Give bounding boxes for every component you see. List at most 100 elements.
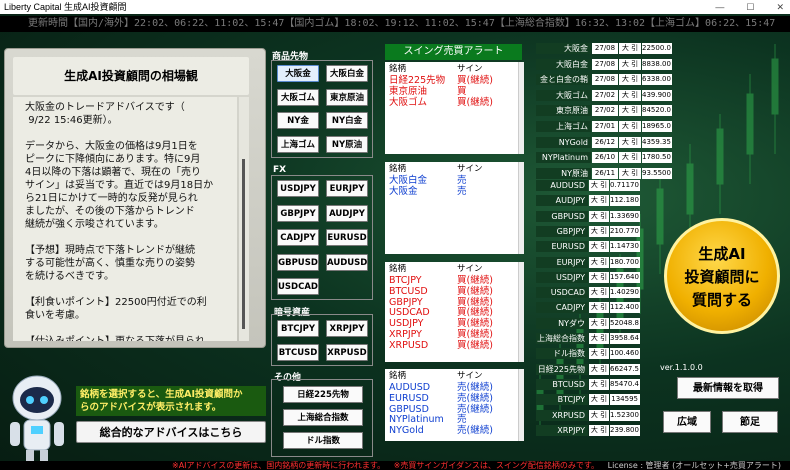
price-row: AUDJPY 大 引 112.180	[536, 195, 640, 207]
price-value: 66247.5	[610, 363, 640, 375]
price-contract: 27/02	[592, 89, 618, 101]
fx-button[interactable]: AUDJPY	[326, 204, 368, 222]
price-session: 大 引	[589, 225, 609, 237]
crypto-button[interactable]: XRPUSD	[326, 344, 368, 361]
price-value: 1780.50	[642, 152, 672, 164]
advisor-scrollbar[interactable]	[239, 97, 249, 341]
price-session: 大 引	[619, 136, 641, 148]
ask-ai-line1: 生成AI	[698, 245, 746, 263]
price-name: XRPUSD	[536, 409, 588, 421]
price-row: CADJPY 大 引 112.400	[536, 302, 640, 314]
commodity-button[interactable]: 大阪ゴム	[277, 88, 319, 106]
price-session: 大 引	[589, 363, 609, 375]
ask-ai-button[interactable]: 生成AI 投資顧問に 質問する	[664, 218, 780, 334]
scroll-thumb[interactable]	[242, 159, 245, 329]
minimize-icon[interactable]: —	[715, 0, 724, 14]
commodity-button[interactable]: NY原油	[326, 135, 368, 153]
price-row: 大阪金 27/08 大 引 22500.0	[536, 43, 672, 54]
price-name: NYダウ	[536, 317, 588, 329]
candle-button[interactable]: 節足	[722, 411, 778, 433]
alert-col-name: 銘柄	[389, 64, 407, 74]
price-contract: 26/12	[592, 136, 618, 148]
alert-row[interactable]: BTCUSD 買(継続)	[385, 286, 524, 298]
price-name: 大阪金	[536, 43, 591, 54]
crypto-button[interactable]: BTCJPY	[277, 320, 319, 337]
price-value: 180.700	[610, 256, 640, 268]
alert-sign: 売(継続)	[457, 425, 493, 437]
crypto-button[interactable]: XRPJPY	[326, 320, 368, 337]
price-contract: 27/02	[592, 105, 618, 117]
fx-button[interactable]: CADJPY	[277, 229, 319, 246]
maximize-icon[interactable]: ☐	[746, 0, 754, 14]
close-icon[interactable]: ✕	[776, 0, 784, 14]
alert-row[interactable]: XRPUSD 買(継続)	[385, 340, 524, 352]
fx-button[interactable]: GBPJPY	[277, 204, 319, 222]
footer-sign-note: ※売買サインガイダンスは、スイング配信銘柄のみです。	[393, 461, 600, 470]
price-row: 大阪ゴム 27/02 大 引 439.900	[536, 89, 672, 101]
fx-button[interactable]: EURUSD	[326, 229, 368, 246]
alert-header-row: 銘柄 サイン	[385, 62, 524, 76]
alert-col-sign: サイン	[457, 164, 483, 174]
commodity-button[interactable]: 大阪白金	[326, 65, 368, 82]
price-session: 大 引	[589, 348, 609, 360]
price-row: BTCJPY 大 引 134595	[536, 394, 640, 406]
alert-row[interactable]: 大阪金 売	[385, 186, 524, 198]
commodity-button[interactable]: NY金	[277, 112, 319, 129]
alert-sign: 買(継続)	[457, 96, 493, 108]
other-button[interactable]: ドル指数	[283, 432, 363, 449]
alert-row[interactable]: 大阪ゴム 買(継続)	[385, 96, 524, 109]
price-session: 大 引	[619, 43, 641, 54]
alert-row[interactable]: 東京原油 買	[385, 86, 524, 98]
alert-scrollbar[interactable]	[518, 262, 524, 362]
price-value: 112.180	[610, 195, 640, 207]
price-row: 金と白金の鞘 27/08 大 引 6338.00	[536, 74, 672, 86]
price-name: AUDJPY	[536, 195, 588, 207]
price-session: 大 引	[589, 424, 609, 436]
price-session: 大 引	[619, 121, 641, 132]
alert-row[interactable]: EURUSD 売(継続)	[385, 393, 524, 405]
alert-scrollbar[interactable]	[518, 162, 524, 254]
alert-row[interactable]: NYGold 売(継続)	[385, 425, 524, 437]
price-value: 93.5500	[642, 167, 672, 179]
alert-scrollbar[interactable]	[518, 369, 524, 441]
ask-ai-line2: 投資顧問に	[684, 268, 760, 286]
price-row: XRPJPY 大 引 239.800	[536, 424, 640, 436]
price-value: 0.71170	[610, 180, 640, 191]
other-button[interactable]: 上海総合指数	[283, 409, 363, 426]
price-name: 大阪白金	[536, 58, 591, 70]
price-row: 日経225先物大 引 66247.5	[536, 363, 640, 375]
alert-col-sign: サイン	[457, 264, 483, 274]
commodity-button[interactable]: 上海ゴム	[277, 135, 319, 153]
commodity-button[interactable]: NY白金	[326, 112, 368, 129]
price-row: AUDUSD 大 引 0.71170	[536, 180, 640, 191]
alert-col-name: 銘柄	[389, 371, 407, 381]
price-contract: 27/08	[592, 43, 618, 54]
price-session: 大 引	[619, 152, 641, 164]
commodity-button[interactable]: 大阪金	[277, 65, 319, 82]
other-button[interactable]: 日経225先物	[283, 386, 363, 403]
price-name: 大阪ゴム	[536, 89, 591, 101]
fx-button[interactable]: GBPUSD	[277, 253, 319, 271]
price-value: 52048.8	[610, 317, 640, 329]
price-row: NY原油 26/11 大 引 93.5500	[536, 167, 672, 179]
price-name: 東京原油	[536, 105, 591, 117]
price-value: 439.900	[642, 89, 672, 101]
window-title-bar: Liberty Capital 生成AI投資顧問 — ☐ ✕	[0, 0, 790, 14]
footer-bar: ※AIアドバイスの更新は、国内銘柄の更新時に行われます。 ※売買サインガイダンス…	[0, 461, 790, 470]
fx-button[interactable]: AUDUSD	[326, 253, 368, 271]
price-name: EURJPY	[536, 256, 588, 268]
wide-view-button[interactable]: 広域	[663, 411, 711, 433]
alert-scrollbar[interactable]	[518, 62, 524, 154]
fx-button[interactable]: USDCAD	[277, 278, 319, 295]
overall-advice-button[interactable]: 総合的なアドバイスはこちら	[76, 421, 266, 443]
price-session: 大 引	[619, 58, 641, 70]
crypto-button[interactable]: BTCUSD	[277, 344, 319, 361]
commodity-button[interactable]: 東京原油	[326, 88, 368, 106]
price-session: 大 引	[589, 195, 609, 207]
fx-button[interactable]: USDJPY	[277, 180, 319, 197]
fx-button[interactable]: EURJPY	[326, 180, 368, 197]
alert-col-sign: サイン	[457, 64, 483, 74]
price-value: 18965.0	[642, 121, 672, 132]
alert-header-row: 銘柄 サイン	[385, 162, 524, 176]
fetch-latest-button[interactable]: 最新情報を取得	[677, 377, 779, 399]
